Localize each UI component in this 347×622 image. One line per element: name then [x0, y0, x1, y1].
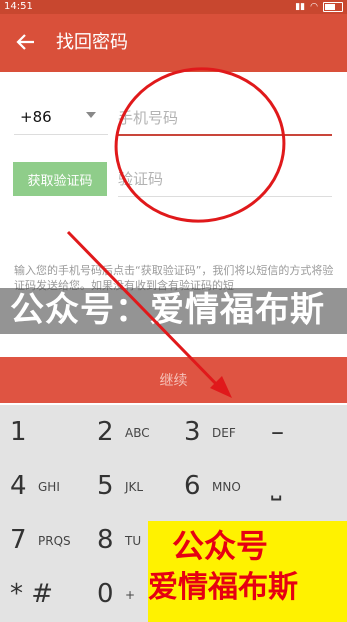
verify-input-underline [118, 196, 332, 197]
keypad-key-letters: PRQS [38, 534, 71, 548]
status-icons: ▮▮ ◠ [295, 0, 343, 14]
keypad-key-digit: – [271, 417, 284, 447]
chevron-down-icon[interactable] [86, 112, 96, 118]
keypad-key[interactable]: 4 GHI [0, 459, 86, 513]
keypad-key-digit: 4 [10, 471, 27, 501]
keypad-key-digit: * # [10, 579, 54, 609]
keypad-key-digit: 1 [10, 417, 27, 447]
phone-input-underline [118, 134, 332, 136]
keypad-key[interactable]: 1 [0, 405, 86, 459]
keypad-key-letters: ABC [125, 426, 150, 440]
country-code-select[interactable]: +86 [20, 108, 52, 126]
keypad-key-digit: 5 [97, 471, 114, 501]
keypad-key-digit: 7 [10, 525, 27, 555]
annotation-circle [114, 67, 286, 223]
keypad-key[interactable]: 6 MNO [174, 459, 260, 513]
keypad-key-letters: TU [125, 534, 142, 548]
sticker-line-1: 公众号 [172, 527, 269, 565]
keypad-key-letters: GHI [38, 480, 60, 494]
wifi-icon: ◠ [310, 2, 318, 12]
keypad-key-letters: + [125, 588, 136, 602]
back-arrow-icon[interactable] [16, 32, 36, 52]
keypad-key-digit: ⎵ [271, 471, 282, 501]
keypad-key-digit: 8 [97, 525, 114, 555]
signal-icon: ▮▮ [295, 2, 306, 12]
status-bar: 14:51 ▮▮ ◠ [0, 0, 347, 14]
phone-number-input[interactable] [118, 104, 332, 132]
keypad-key-letters: JKL [125, 480, 144, 494]
status-time: 14:51 [4, 1, 33, 12]
page-title: 找回密码 [56, 32, 128, 53]
get-code-button[interactable]: 获取验证码 [13, 162, 107, 196]
sticker-line-2: 爱情福布斯 [148, 570, 298, 605]
keypad-key[interactable]: 2 ABC [87, 405, 173, 459]
app-header: 找回密码 [0, 14, 347, 72]
keypad-key-digit: 3 [184, 417, 201, 447]
battery-icon [323, 2, 343, 12]
keypad-key[interactable]: 7 PRQS [0, 513, 86, 567]
keypad-key-digit: 0 [97, 579, 114, 609]
keypad-key-digit: 2 [97, 417, 114, 447]
country-code-underline [14, 134, 108, 135]
keypad-key[interactable]: 3 DEF [174, 405, 260, 459]
verification-code-input[interactable] [118, 166, 332, 192]
keypad-key-letters: DEF [212, 426, 236, 440]
overlay-banner-text: 公众号：爱情福布斯 [10, 290, 325, 330]
continue-button[interactable]: 继续 [0, 357, 347, 403]
keypad-key[interactable]: – [261, 405, 347, 459]
keypad-key-digit: 6 [184, 471, 201, 501]
keypad-key[interactable]: * # [0, 567, 86, 621]
keypad-key[interactable]: 5 JKL [87, 459, 173, 513]
keypad-key[interactable]: ⎵ [261, 459, 347, 513]
keypad-key-letters: MNO [212, 480, 241, 494]
